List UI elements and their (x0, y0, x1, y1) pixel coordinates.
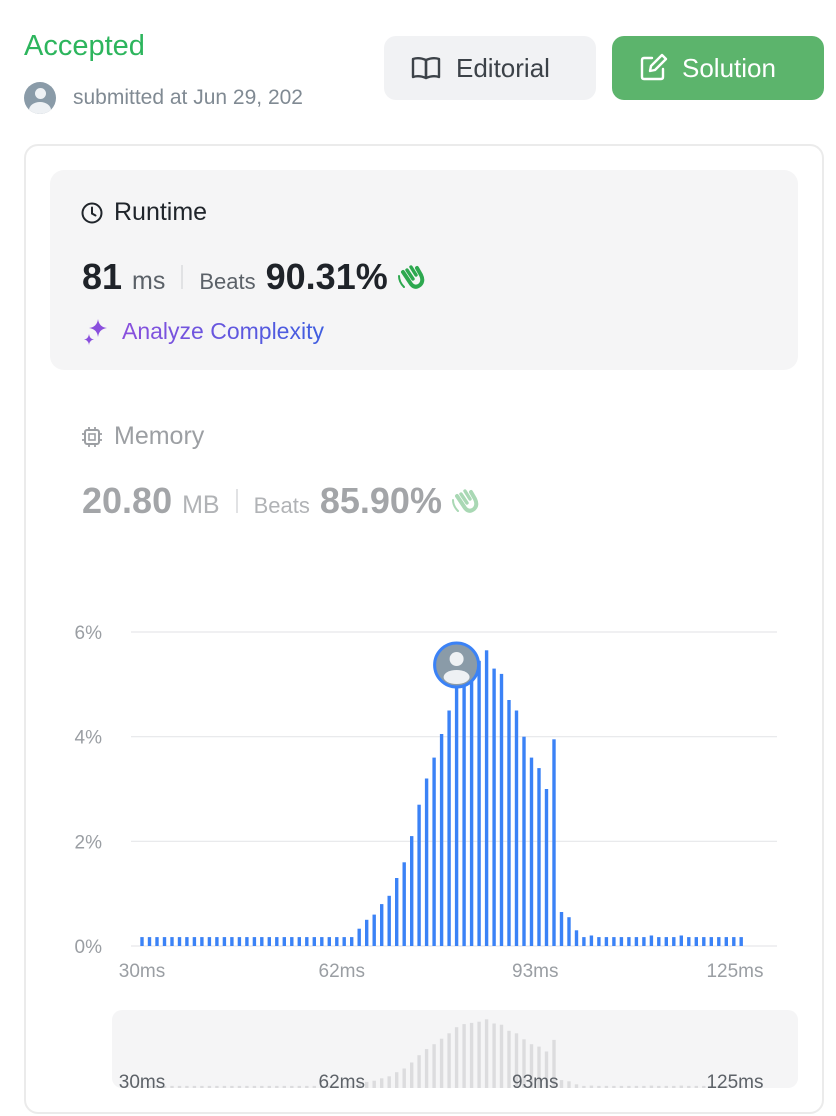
divider (235, 489, 238, 513)
clock-icon (81, 202, 103, 223)
memory-title[interactable]: Memory (80, 422, 204, 451)
chip-icon (82, 426, 102, 447)
submission-info: submitted at Jun 29, 202 (24, 82, 335, 114)
book-icon (411, 57, 441, 80)
memory-unit: MB (182, 491, 220, 519)
runtime-unit: ms (132, 267, 166, 295)
user-avatar-icon[interactable] (24, 82, 56, 114)
analyze-complexity-link[interactable]: Analyze Complexity (82, 316, 324, 346)
clap-icon (451, 489, 479, 513)
edit-icon (640, 53, 668, 81)
runtime-beats-label: Beats (199, 269, 256, 294)
solution-label: Solution (682, 52, 776, 83)
clap-icon (397, 265, 425, 289)
sparkle-icon (84, 319, 107, 345)
runtime-title-text: Runtime (114, 198, 208, 226)
divider (181, 265, 184, 289)
memory-beats-percent: 85.90% (319, 480, 442, 521)
memory-beats-label: Beats (253, 493, 310, 518)
analyze-complexity-label: Analyze Complexity (122, 317, 324, 344)
solution-button[interactable]: Solution (612, 36, 824, 100)
memory-value: 20.80 (82, 480, 173, 521)
status-title: Accepted (24, 30, 145, 62)
runtime-title: Runtime (80, 198, 207, 227)
editorial-button[interactable]: Editorial (384, 36, 596, 100)
memory-metric: 20.80 MB Beats 85.90% (82, 480, 480, 522)
submitted-time: submitted at Jun 29, 202 (73, 86, 303, 109)
editorial-label: Editorial (456, 52, 550, 83)
runtime-value: 81 (82, 256, 123, 297)
runtime-metric: 81 ms Beats 90.31% (82, 256, 426, 298)
memory-title-text: Memory (114, 422, 205, 450)
runtime-beats-percent: 90.31% (265, 256, 388, 297)
